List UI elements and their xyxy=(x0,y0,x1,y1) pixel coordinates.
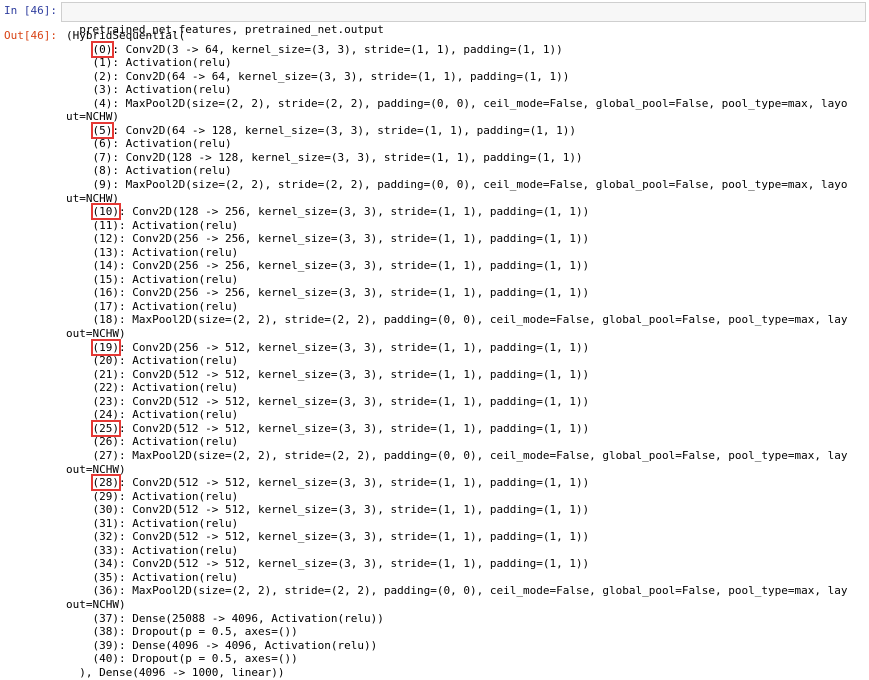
code-input-cell[interactable]: pretrained_net.features, pretrained_net.… xyxy=(61,2,866,36)
output-line: (6): Activation(relu) xyxy=(66,137,232,151)
output-line-text: : Conv2D(128 -> 256, kernel_size=(3, 3),… xyxy=(119,205,590,219)
output-line: (8): Activation(relu) xyxy=(66,164,232,178)
output-line: (21): Conv2D(512 -> 512, kernel_size=(3,… xyxy=(66,367,590,381)
output-line-text: : Conv2D(512 -> 512, kernel_size=(3, 3),… xyxy=(119,476,590,490)
output-line: (11): Activation(relu) xyxy=(66,218,239,232)
output-line-text: : Conv2D(512 -> 512, kernel_size=(3, 3),… xyxy=(119,421,590,435)
input-prompt: In [46]: xyxy=(4,4,57,17)
output-line: (7): Conv2D(128 -> 128, kernel_size=(3, … xyxy=(66,150,583,164)
output-line: (32): Conv2D(512 -> 512, kernel_size=(3,… xyxy=(66,530,590,544)
output-line: ut=NCHW) xyxy=(66,191,119,205)
output-line: (3): Activation(relu) xyxy=(66,83,232,97)
output-line: (24): Activation(relu) xyxy=(66,408,239,422)
output-line: (HybridSequential( xyxy=(66,29,186,42)
highlighted-layer-index: (5) xyxy=(90,121,115,139)
output-prompt: Out[46]: xyxy=(4,29,57,42)
output-line: (37): Dense(25088 -> 4096, Activation(re… xyxy=(66,611,384,625)
highlighted-layer-index: (25) xyxy=(90,419,121,437)
output-text: (HybridSequential( (0): Conv2D(3 -> 64, … xyxy=(66,29,866,679)
output-line: (25): Conv2D(512 -> 512, kernel_size=(3,… xyxy=(66,419,590,437)
output-line: (39): Dense(4096 -> 4096, Activation(rel… xyxy=(66,638,378,652)
output-line: ut=NCHW) xyxy=(66,110,119,124)
output-line: (31): Activation(relu) xyxy=(66,516,239,530)
output-line: (29): Activation(relu) xyxy=(66,489,239,503)
output-line: (4): MaxPool2D(size=(2, 2), stride=(2, 2… xyxy=(66,96,848,110)
output-line: (40): Dropout(p = 0.5, axes=()) xyxy=(66,652,298,666)
highlighted-layer-index: (10) xyxy=(90,203,121,221)
output-line: (26): Activation(relu) xyxy=(66,435,239,449)
highlighted-layer-index: (19) xyxy=(90,338,121,356)
highlighted-layer-index: (0) xyxy=(90,40,115,58)
output-line: (18): MaxPool2D(size=(2, 2), stride=(2, … xyxy=(66,313,848,327)
output-line-text: : Conv2D(64 -> 128, kernel_size=(3, 3), … xyxy=(112,123,576,137)
output-line: (2): Conv2D(64 -> 64, kernel_size=(3, 3)… xyxy=(66,69,570,83)
output-line: (36): MaxPool2D(size=(2, 2), stride=(2, … xyxy=(66,584,848,598)
output-line-text: : Conv2D(256 -> 512, kernel_size=(3, 3),… xyxy=(119,340,590,354)
output-line: (20): Activation(relu) xyxy=(66,354,239,368)
output-line: (13): Activation(relu) xyxy=(66,245,239,259)
output-line: out=NCHW) xyxy=(66,597,126,611)
output-line: (34): Conv2D(512 -> 512, kernel_size=(3,… xyxy=(66,557,590,571)
output-line: (27): MaxPool2D(size=(2, 2), stride=(2, … xyxy=(66,448,848,462)
output-line: (9): MaxPool2D(size=(2, 2), stride=(2, 2… xyxy=(66,178,848,192)
output-line: (14): Conv2D(256 -> 256, kernel_size=(3,… xyxy=(66,259,590,273)
output-line: (28): Conv2D(512 -> 512, kernel_size=(3,… xyxy=(66,474,590,492)
output-line: out=NCHW) xyxy=(66,327,126,341)
output-line: (5): Conv2D(64 -> 128, kernel_size=(3, 3… xyxy=(66,121,576,139)
output-line: (33): Activation(relu) xyxy=(66,543,239,557)
output-line: (17): Activation(relu) xyxy=(66,299,239,313)
output-line: (23): Conv2D(512 -> 512, kernel_size=(3,… xyxy=(66,394,590,408)
output-line: (16): Conv2D(256 -> 256, kernel_size=(3,… xyxy=(66,286,590,300)
output-line: (38): Dropout(p = 0.5, axes=()) xyxy=(66,625,298,639)
output-line: (22): Activation(relu) xyxy=(66,381,239,395)
highlighted-layer-index: (28) xyxy=(90,474,121,492)
output-line: (15): Activation(relu) xyxy=(66,272,239,286)
output-line: (35): Activation(relu) xyxy=(66,570,239,584)
output-line: (19): Conv2D(256 -> 512, kernel_size=(3,… xyxy=(66,338,590,356)
output-line: (12): Conv2D(256 -> 256, kernel_size=(3,… xyxy=(66,232,590,246)
output-line: (30): Conv2D(512 -> 512, kernel_size=(3,… xyxy=(66,503,590,517)
output-line: out=NCHW) xyxy=(66,462,126,476)
output-line: (10): Conv2D(128 -> 256, kernel_size=(3,… xyxy=(66,203,590,221)
output-line: (0): Conv2D(3 -> 64, kernel_size=(3, 3),… xyxy=(66,40,563,58)
output-line: (1): Activation(relu) xyxy=(66,56,232,70)
output-line: ), Dense(4096 -> 1000, linear)) xyxy=(66,665,285,679)
output-line-text: : Conv2D(3 -> 64, kernel_size=(3, 3), st… xyxy=(112,42,563,56)
output-area: (HybridSequential( (0): Conv2D(3 -> 64, … xyxy=(66,29,866,679)
